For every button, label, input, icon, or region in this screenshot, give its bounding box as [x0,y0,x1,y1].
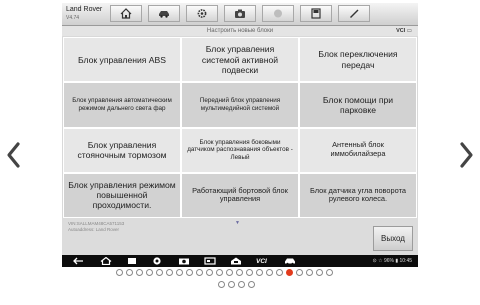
car-icon [159,11,169,18]
screenshot-button[interactable] [224,5,256,22]
exit-button[interactable]: Выход [373,226,413,251]
section-header: Настроить новые блоки VCI ▭ [62,26,418,36]
page-dot[interactable] [286,269,293,276]
page-dot[interactable] [306,269,313,276]
vci-label: VCI [396,28,406,34]
save-button[interactable] [300,5,332,22]
save-icon [311,8,321,19]
page-dot[interactable] [248,281,255,288]
module-button[interactable]: Блок управления ABS [63,37,181,83]
page-dot[interactable] [196,269,203,276]
connection-status: VCI ▭ [396,26,412,36]
module-button[interactable]: Антенный блок иммобилайзера [299,127,417,173]
page-dot[interactable] [316,269,323,276]
page-dot[interactable] [126,269,133,276]
vci-icon[interactable]: VCI [256,256,267,266]
vehicle-swap-button[interactable] [148,5,180,22]
home-button[interactable] [110,5,142,22]
page-dot[interactable] [216,269,223,276]
module-button[interactable]: Блок управления боковыми датчиком распоз… [181,127,299,173]
module-button[interactable]: Блок датчика угла поворота рулевого коле… [299,172,417,218]
print-button[interactable] [262,5,294,22]
module-button[interactable]: Работающий бортовой блок управления [181,172,299,218]
module-button[interactable]: Блок помощи при парковке [299,82,417,128]
module-button[interactable]: Передний блок управления мультимедийной … [181,82,299,128]
module-button[interactable]: Блок управления автоматическим режимом д… [63,82,181,128]
module-button[interactable]: Блок управления системой активной подвес… [181,37,299,83]
brand-version: V4.74 [66,15,80,21]
settings-button[interactable] [186,5,218,22]
battery-icon: ▭ [406,28,412,34]
system-status: ⊙ ☆ 96% ▮ 10:45 [372,258,413,264]
page-dot[interactable] [176,269,183,276]
make-text: Autoaddress: Land Rover [68,227,120,232]
page-dot[interactable] [266,269,273,276]
module-button[interactable]: Блок переключения передач [299,37,417,83]
page-dot[interactable] [146,269,153,276]
page-dot[interactable] [296,269,303,276]
bottom-panel: VIN:SALLMAM48CA571153 Autoaddress: Land … [62,218,418,255]
car-icon[interactable] [284,256,296,266]
page-dot[interactable] [206,269,213,276]
page-dots-row [116,269,333,278]
page-dot[interactable] [256,269,263,276]
module-button[interactable]: Блок управления стояночным тормозом [63,127,181,173]
indicator-dot-icon: ▼ [235,220,240,226]
brand-title: Land Rover [66,6,103,13]
camera-icon[interactable] [178,256,190,266]
android-nav-bar: VCI ⊙ ☆ 96% ▮ 10:45 [62,255,418,267]
previous-arrow-icon[interactable] [4,140,24,170]
page-dot[interactable] [246,269,253,276]
back-icon[interactable] [72,256,84,266]
module-grid: Блок управления ABS Блок управления сист… [63,37,417,218]
chrome-icon[interactable] [152,256,162,266]
page-dot[interactable] [156,269,163,276]
module-button[interactable]: Блок управления режимом повышенной прохо… [63,172,181,218]
section-title: Настроить новые блоки [206,28,274,34]
camera-icon [235,9,245,18]
gear-icon [197,9,207,18]
vehicle-info: VIN:SALLMAM48CA571153 Autoaddress: Land … [68,221,124,233]
pen-icon [350,9,359,18]
home-icon [120,8,132,19]
screen-icon[interactable] [204,256,216,266]
top-toolbar: Land Rover V4.74 [62,3,418,26]
page-dot[interactable] [166,269,173,276]
edit-button[interactable] [338,5,370,22]
page-dots-row [218,281,255,290]
print-icon [274,9,282,18]
tablet-screen: Land Rover V4.74 Настроить новые блоки V… [62,3,418,267]
page-dot[interactable] [226,269,233,276]
page-dot[interactable] [238,281,245,288]
next-arrow-icon[interactable] [456,140,476,170]
car-home-icon[interactable] [230,256,242,266]
page-dot[interactable] [116,269,123,276]
page-dot[interactable] [218,281,225,288]
page-dot[interactable] [136,269,143,276]
page-dot[interactable] [326,269,333,276]
page-dot[interactable] [186,269,193,276]
recent-apps-icon[interactable] [126,256,138,266]
home-icon[interactable] [100,256,112,266]
brand: Land Rover V4.74 [66,6,102,22]
page-dot[interactable] [228,281,235,288]
page-dot[interactable] [276,269,283,276]
page-dot[interactable] [236,269,243,276]
